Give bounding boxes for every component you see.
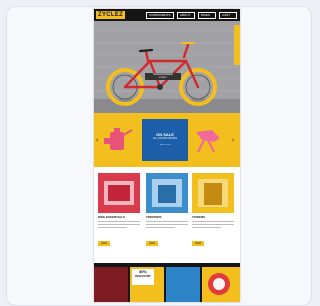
circle-badge-icon	[208, 273, 230, 295]
product-image-yellow[interactable]	[192, 173, 234, 213]
text-line	[98, 221, 140, 222]
product-card: TWISTERS VIEW	[146, 173, 188, 246]
product-card-button[interactable]: VIEW	[192, 241, 204, 246]
promo-center-panel[interactable]: ON SALE ALL COLOR CHAINS SHOP NOW	[142, 119, 188, 161]
nav-item-bikes[interactable]: BIKES	[198, 11, 216, 19]
footer-tile[interactable]	[166, 267, 200, 302]
product-card: BIKE ESSENTIALS VIEW	[98, 173, 140, 246]
next-arrow-icon[interactable]: ›	[232, 137, 234, 144]
text-line	[146, 224, 188, 225]
circle-badge-inner	[213, 278, 225, 290]
hero-caption: SINGLESPEED STREET	[145, 72, 181, 80]
promo-subtitle: ALL COLOR CHAINS	[152, 137, 178, 140]
product-card-button[interactable]: VIEW	[98, 241, 110, 246]
hero-banner[interactable]: SINGLESPEED STREET	[94, 21, 240, 113]
website-mockup: ZYCLEZ COMPONENTS ABOUT BIKES CART SINGL…	[94, 9, 240, 302]
text-line	[192, 227, 222, 228]
main-nav: COMPONENTS ABOUT BIKES CART	[146, 11, 237, 19]
text-line	[192, 221, 234, 222]
nav-item-components[interactable]: COMPONENTS	[146, 11, 174, 19]
site-logo[interactable]: ZYCLEZ	[96, 11, 126, 19]
nav-item-cart[interactable]: CART	[219, 11, 237, 19]
product-image-blue[interactable]	[146, 173, 188, 213]
product-card-button[interactable]: VIEW	[146, 241, 158, 246]
text-line	[98, 224, 140, 225]
product-card-row: BIKE ESSENTIALS VIEW TWISTERS VIEW TOWER…	[94, 167, 240, 263]
prev-arrow-icon[interactable]: ‹	[96, 137, 98, 144]
footer-gallery: 30% DISCOUNT	[94, 263, 240, 302]
promo-link[interactable]: SHOP NOW	[142, 144, 188, 147]
product-card: TOWERS VIEW	[192, 173, 234, 246]
product-card-title: TWISTERS	[146, 215, 162, 219]
bike-illustration	[94, 21, 240, 113]
hero-caption-sub: STREET	[159, 76, 167, 79]
top-nav-bar: ZYCLEZ COMPONENTS ABOUT BIKES CART	[94, 9, 240, 21]
nav-item-about[interactable]: ABOUT	[177, 11, 195, 19]
hero-caption-title: SINGLESPEED	[153, 72, 173, 76]
product-image-red[interactable]	[98, 173, 140, 213]
text-line	[146, 221, 188, 222]
promo-carousel: ‹ ON SALE ALL COLOR CHAINS SHOP NOW ›	[94, 113, 240, 167]
footer-tile[interactable]	[94, 267, 128, 302]
product-card-title: TOWERS	[192, 215, 206, 219]
pink-saddle-icon	[196, 130, 220, 153]
product-card-title: BIKE ESSENTIALS	[98, 215, 125, 219]
sale-badge[interactable]: 30% DISCOUNT	[132, 269, 154, 285]
text-line	[98, 227, 128, 228]
text-line	[146, 227, 176, 228]
text-line	[192, 224, 234, 225]
pink-bike-part-icon	[104, 128, 133, 150]
sale-label: DISCOUNT	[135, 274, 151, 278]
